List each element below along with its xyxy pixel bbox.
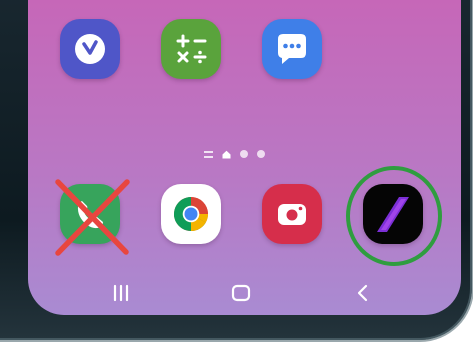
page-dot: [240, 150, 248, 158]
camera-icon: [278, 204, 306, 225]
chrome-icon: [174, 197, 208, 231]
navigation-bar: [28, 272, 461, 314]
chat-bubble-icon: [278, 34, 306, 64]
feed-page-indicator-icon: [204, 150, 213, 158]
page-dot: [257, 150, 265, 158]
chrome-app-button[interactable]: [161, 184, 221, 244]
clock-icon: [75, 34, 105, 64]
calculator-icon: [176, 34, 207, 64]
recents-button[interactable]: [91, 272, 151, 314]
camera-app-button[interactable]: [262, 184, 322, 244]
back-icon: [357, 284, 368, 302]
home-icon: [231, 284, 251, 302]
clock-app-button[interactable]: [60, 19, 120, 79]
device-screenshot: [0, 0, 473, 343]
phone-app-button[interactable]: [60, 184, 120, 244]
calculator-app-button[interactable]: [161, 19, 221, 79]
messages-app-button[interactable]: [262, 19, 322, 79]
home-page-indicator-icon: [222, 150, 231, 158]
recents-icon: [113, 284, 129, 302]
page-indicator[interactable]: [204, 148, 265, 160]
phone-icon: [77, 201, 103, 229]
home-button[interactable]: [211, 272, 271, 314]
home-screen: [28, 0, 461, 315]
back-button[interactable]: [333, 272, 393, 314]
slash-app-button[interactable]: [363, 184, 423, 244]
purple-slash-icon: [377, 197, 409, 232]
